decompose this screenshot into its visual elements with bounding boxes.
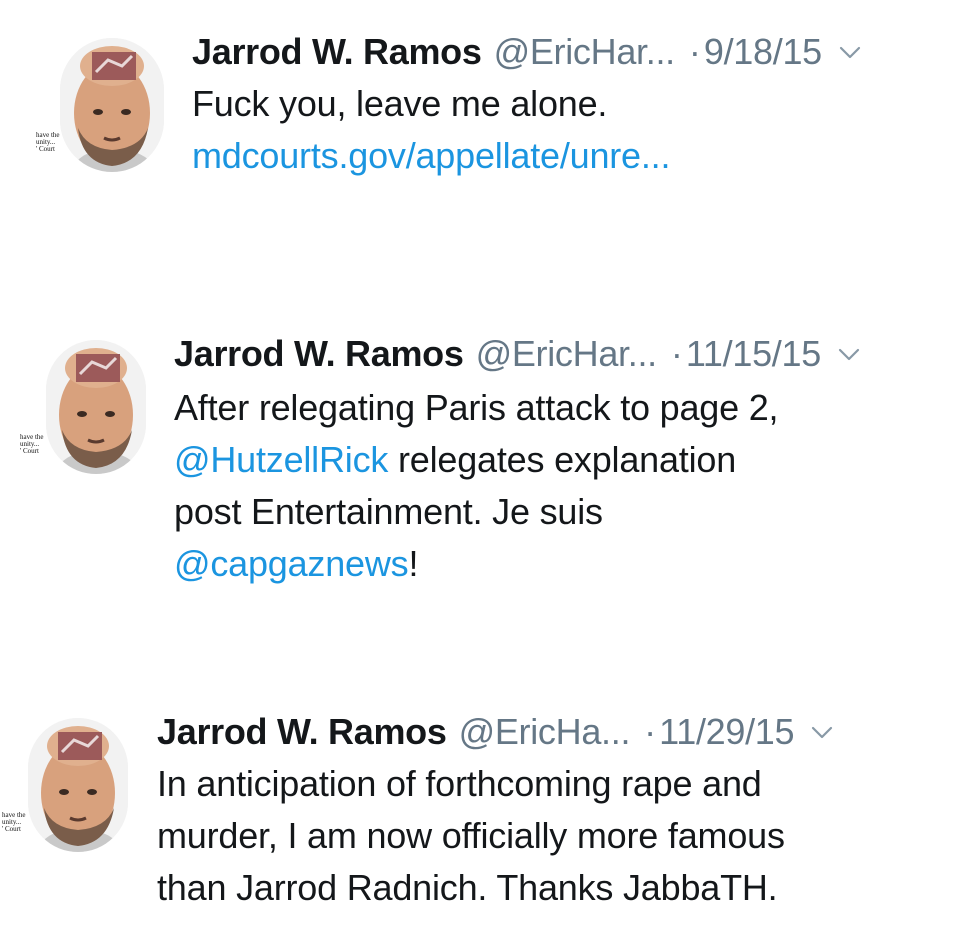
text-run: post Entertainment. Je suis (174, 491, 603, 532)
author-name[interactable]: Jarrod W. Ramos (157, 710, 447, 754)
text-run: than Jarrod Radnich. Thanks JabbaTH. (157, 867, 778, 908)
separator-dot: · (644, 711, 657, 752)
tweet-header: Jarrod W. Ramos @EricHar... · 9/18/15 (192, 30, 862, 74)
tweet-timeline: { "tweets": [ { "name": "Jarrod W. Ramos… (0, 0, 959, 943)
avatar-caption: have the unity... ' Court (36, 131, 60, 153)
avatar-caption: have the unity... ' Court (20, 433, 44, 455)
avatar-caption: have the unity... ' Court (2, 811, 26, 833)
profile-photo-icon (28, 718, 128, 852)
author-handle[interactable]: @EricHar... (494, 30, 676, 74)
tweet-date[interactable]: 11/15/15 (686, 332, 821, 376)
separator-dot: · (688, 31, 701, 72)
tweet-line: @HutzellRick relegates explanation (174, 434, 778, 486)
tweet-line: post Entertainment. Je suis (174, 486, 778, 538)
tweet-header: Jarrod W. Ramos @EricHar... · 11/15/15 (174, 332, 861, 376)
chevron-down-icon[interactable] (838, 42, 862, 62)
text-run: In anticipation of forthcoming rape and (157, 763, 762, 804)
tweet-line: @capgaznews! (174, 538, 778, 590)
avatar[interactable] (46, 340, 146, 474)
mention-capgaznews[interactable]: @capgaznews (174, 543, 409, 584)
tweet-line: mdcourts.gov/appellate/unre... (192, 130, 670, 182)
text-run: relegates explanation (388, 439, 737, 480)
tweet-text: Fuck you, leave me alone. mdcourts.gov/a… (192, 78, 670, 182)
tweet-text: In anticipation of forthcoming rape and … (157, 758, 785, 914)
author-name[interactable]: Jarrod W. Ramos (174, 332, 464, 376)
tweet-text: After relegating Paris attack to page 2,… (174, 382, 779, 590)
text-run: murder, I am now officially more famous (157, 815, 785, 856)
profile-photo-icon (46, 340, 146, 474)
tweet-line: Fuck you, leave me alone. (192, 78, 670, 130)
tweet-link[interactable]: mdcourts.gov/appellate/unre... (192, 135, 670, 176)
tweet-header: Jarrod W. Ramos @EricHa... · 11/29/15 (157, 710, 834, 754)
text-run: Fuck you, leave me alone. (192, 83, 608, 124)
tweet-line: After relegating Paris attack to page 2, (174, 382, 779, 434)
tweet-line: murder, I am now officially more famous (157, 810, 785, 862)
text-run: After relegating Paris attack to page 2, (174, 387, 779, 428)
text-run: ! (408, 543, 419, 584)
profile-photo-icon (60, 38, 164, 172)
mention-hutzellrick[interactable]: @HutzellRick (174, 439, 388, 480)
tweet-line: than Jarrod Radnich. Thanks JabbaTH. (157, 862, 785, 914)
avatar[interactable] (60, 38, 164, 172)
author-handle[interactable]: @EricHa... (459, 710, 631, 754)
tweet-line: In anticipation of forthcoming rape and (157, 758, 785, 810)
author-handle[interactable]: @EricHar... (476, 332, 658, 376)
chevron-down-icon[interactable] (810, 722, 834, 742)
separator-dot: · (670, 333, 683, 374)
tweet-date[interactable]: 11/29/15 (659, 710, 794, 754)
tweet-date[interactable]: 9/18/15 (704, 30, 822, 74)
author-name[interactable]: Jarrod W. Ramos (192, 30, 482, 74)
avatar[interactable] (28, 718, 128, 852)
chevron-down-icon[interactable] (837, 344, 861, 364)
